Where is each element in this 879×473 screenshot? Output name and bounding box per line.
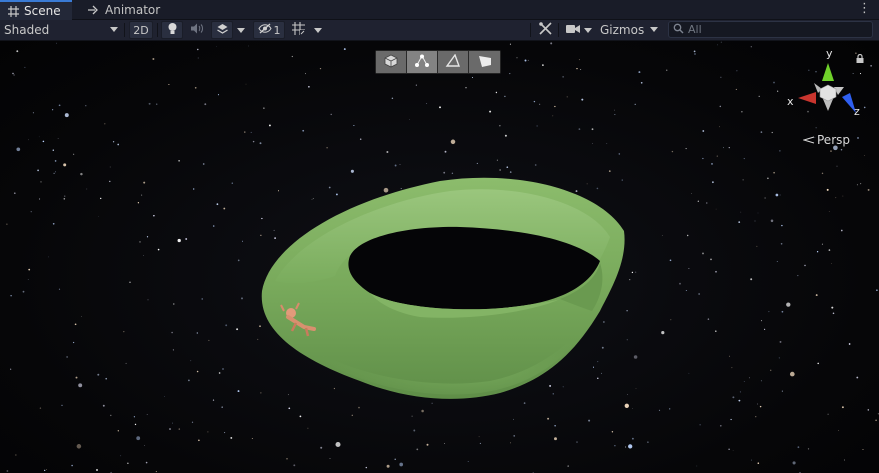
eye-slash-icon	[257, 23, 272, 37]
audio-toggle[interactable]	[186, 21, 208, 39]
x-axis-cone[interactable]	[798, 92, 816, 104]
divider	[558, 23, 559, 37]
object-mode-button[interactable]	[376, 51, 407, 73]
face-mode-button[interactable]	[469, 51, 500, 73]
grid-icon	[8, 5, 19, 17]
camera-button[interactable]	[563, 21, 583, 39]
mode-2d-button[interactable]: 2D	[129, 21, 153, 39]
ring-mesh[interactable]	[0, 41, 879, 473]
kebab-menu-icon[interactable]: ⋮	[858, 2, 871, 16]
gizmo-center-cube[interactable]	[819, 84, 837, 102]
divider	[124, 23, 125, 37]
tab-scene[interactable]: Scene	[0, 0, 72, 20]
cube-icon	[384, 54, 398, 71]
face-icon	[477, 54, 493, 71]
search-input[interactable]	[688, 22, 858, 37]
gizmos-label: Gizmos	[600, 23, 645, 37]
tab-bar: Scene Animator ⋮	[0, 0, 879, 20]
mode-2d-label: 2D	[133, 23, 149, 37]
tab-label: Animator	[105, 2, 161, 17]
scene-visibility-toggle[interactable]: 1	[253, 21, 285, 39]
edge-icon	[445, 53, 461, 71]
tools-button[interactable]	[535, 21, 555, 39]
search-icon	[673, 23, 684, 37]
camera-dropdown[interactable]	[582, 21, 594, 39]
effects-dropdown[interactable]	[234, 21, 248, 39]
grid-dropdown[interactable]	[311, 21, 325, 39]
scene-toolbar: Shaded 2D 1 Gizmos All	[0, 20, 879, 41]
chevron-down-icon	[237, 27, 245, 33]
chevron-down-icon	[584, 27, 592, 33]
projection-label: Persp	[817, 133, 850, 147]
chevron-down-icon	[110, 27, 118, 32]
hidden-count: 1	[273, 23, 281, 37]
camera-icon	[566, 23, 580, 37]
layers-icon	[216, 23, 229, 38]
edge-mode-button[interactable]	[438, 51, 469, 73]
divider	[530, 23, 531, 37]
chevron-down-icon	[314, 27, 322, 33]
scene-search[interactable]	[668, 21, 873, 38]
lightbulb-icon	[167, 22, 178, 38]
component-mode-toolstrip	[375, 50, 501, 74]
gizmos-dropdown[interactable]: Gizmos	[596, 21, 662, 39]
axis-label-x: x	[787, 95, 794, 108]
grid-snap-toggle[interactable]	[288, 21, 308, 39]
vertex-mode-button[interactable]	[407, 51, 438, 73]
chevron-left-icon	[802, 133, 815, 147]
projection-toggle[interactable]: Persp	[802, 133, 850, 147]
vertex-icon	[414, 54, 430, 71]
lock-icon[interactable]	[856, 52, 864, 66]
chevron-down-icon	[650, 27, 658, 32]
lighting-toggle[interactable]	[161, 21, 183, 39]
speaker-icon	[190, 23, 204, 37]
divider	[157, 23, 158, 37]
animator-icon	[88, 5, 100, 15]
shading-mode-dropdown[interactable]: Shaded	[0, 21, 122, 39]
tools-icon	[538, 22, 552, 38]
tab-label: Scene	[24, 4, 61, 18]
scene-viewport[interactable]: y x z Persp	[0, 41, 879, 473]
grid-snap-icon	[291, 22, 305, 38]
axis-label-z: z	[854, 105, 860, 118]
shading-mode-value: Shaded	[4, 23, 50, 37]
axis-label-y: y	[826, 47, 833, 60]
y-axis-cone[interactable]	[822, 63, 834, 81]
effects-toggle[interactable]	[211, 21, 233, 39]
tab-animator[interactable]: Animator	[80, 0, 162, 19]
